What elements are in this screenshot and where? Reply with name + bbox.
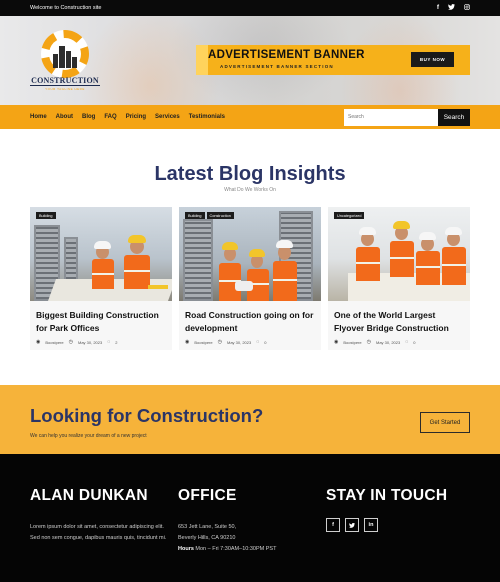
category-tag[interactable]: Construction [206, 212, 234, 219]
footer-office: OFFICE 653 Jett Lane, Suite 50, Beverly … [178, 487, 318, 555]
comment-count[interactable]: 0 [264, 340, 266, 345]
site-logo[interactable]: CONSTRUCTION YOUR TAGLINE HERE [30, 30, 100, 100]
ad-banner-subtitle: ADVERTISEMENT BANNER SECTION [220, 64, 334, 69]
main-navigation: Home About Blog FAQ Pricing Services Tes… [0, 105, 500, 129]
cta-title: Looking for Construction? [30, 405, 264, 426]
buy-now-button[interactable]: BUY NOW [411, 52, 454, 67]
author-name[interactable]: Boostpere [343, 340, 361, 345]
nav-link-pricing[interactable]: Pricing [126, 114, 146, 120]
nav-link-services[interactable]: Services [155, 114, 180, 120]
footer-about-text: Lorem ipsum dolor sit amet, consectetur … [30, 524, 167, 541]
author-name[interactable]: Boostpere [194, 340, 212, 345]
blog-section-title: Latest Blog Insights [154, 163, 346, 185]
blog-section-subtitle: What Do We Works On [224, 187, 276, 193]
welcome-text: Welcome to Construction site [30, 5, 102, 11]
blog-card-image[interactable] [179, 207, 321, 301]
post-date: May 30, 2023 [77, 339, 103, 345]
nav-link-faq[interactable]: FAQ [104, 114, 116, 120]
blog-card-meta: ◉ Boostpere ◷ May 30, 2023 ◌ 2 [36, 339, 117, 345]
office-address-line-2: Beverly Hills, CA 90210 [178, 535, 236, 541]
blog-card-meta: ◉ Boostpere ◷ May 30, 2023 ◌ 0 [334, 339, 415, 345]
blog-card-title[interactable]: Road Construction going on for developme… [185, 309, 317, 334]
advertisement-banner[interactable]: ADVERTISEMENT BANNER ADVERTISEMENT BANNE… [196, 45, 470, 75]
nav-link-blog[interactable]: Blog [82, 114, 95, 120]
city-skyline-icon [51, 44, 79, 68]
office-hours-label: Hours [178, 546, 194, 552]
clock-icon: ◷ [68, 339, 73, 345]
twitter-icon[interactable] [448, 4, 455, 12]
facebook-icon[interactable]: f [326, 518, 340, 532]
site-footer: ALAN DUNKAN Lorem ipsum dolor sit amet, … [0, 454, 500, 582]
footer-stay-title: STAY IN TOUCH [326, 487, 448, 504]
footer-social-links: f in [326, 518, 476, 532]
blog-card-title[interactable]: One of the World Largest Flyover Bridge … [334, 309, 466, 334]
blog-card-meta: ◉ Boostpere ◷ May 30, 2023 ◌ 0 [185, 339, 266, 345]
blog-card-image[interactable] [30, 207, 172, 301]
author-icon: ◉ [334, 339, 339, 345]
nav-link-home[interactable]: Home [30, 114, 47, 120]
search-form: Search [344, 108, 470, 126]
office-hours: Hours Mon – Fri 7:30AM–10:30PM PST [178, 544, 318, 555]
author-icon: ◉ [36, 339, 41, 345]
blog-card-title[interactable]: Biggest Building Construction for Park O… [36, 309, 168, 334]
post-date: May 30, 2023 [375, 339, 401, 345]
author-name[interactable]: Boostpere [45, 340, 63, 345]
category-tag[interactable]: Building [185, 212, 205, 219]
post-date: May 30, 2023 [226, 339, 252, 345]
logo-tagline: YOUR TAGLINE HERE [45, 87, 85, 91]
author-icon: ◉ [185, 339, 190, 345]
top-social-links: f [437, 4, 470, 12]
blog-card-image[interactable] [328, 207, 470, 301]
office-hours-value: Mon – Fri 7:30AM–10:30PM PST [195, 546, 277, 552]
search-button[interactable]: Search [438, 108, 470, 126]
category-tag[interactable]: Building [36, 212, 56, 219]
top-bar: Welcome to Construction site f [0, 0, 500, 16]
logo-name: CONSTRUCTION [30, 76, 100, 86]
instagram-icon[interactable] [464, 4, 470, 12]
nav-link-testimonials[interactable]: Testimonials [189, 114, 225, 120]
clock-icon: ◷ [366, 339, 371, 345]
cta-section: Looking for Construction? We can help yo… [0, 385, 500, 454]
blog-card[interactable]: Uncategorized One of the World Largest F… [328, 207, 470, 350]
footer-about: ALAN DUNKAN Lorem ipsum dolor sit amet, … [30, 487, 170, 544]
comment-icon: ◌ [107, 339, 111, 345]
comment-icon: ◌ [405, 339, 409, 345]
office-address-line-1: 653 Jett Lane, Suite 50, [178, 524, 237, 530]
nav-links: Home About Blog FAQ Pricing Services Tes… [30, 114, 344, 120]
get-started-button[interactable]: Get Started [420, 412, 470, 433]
blog-card-tags: Building Construction [185, 212, 234, 219]
blog-card-tags: Building [36, 212, 56, 219]
search-input[interactable] [344, 108, 438, 126]
facebook-icon[interactable]: f [437, 4, 439, 12]
blog-card-tags: Uncategorized [334, 212, 365, 219]
linkedin-icon[interactable]: in [364, 518, 378, 532]
footer-stay-in-touch: STAY IN TOUCH f in [326, 487, 476, 532]
cta-subtitle: We can help you realize your dream of a … [30, 433, 147, 439]
footer-office-title: OFFICE [178, 487, 237, 504]
ad-banner-title: ADVERTISEMENT BANNER [208, 49, 365, 61]
comment-count[interactable]: 2 [115, 340, 117, 345]
category-tag[interactable]: Uncategorized [334, 212, 365, 219]
office-address: 653 Jett Lane, Suite 50, Beverly Hills, … [178, 522, 318, 555]
clock-icon: ◷ [217, 339, 222, 345]
site-header: CONSTRUCTION YOUR TAGLINE HERE ADVERTISE… [0, 16, 500, 105]
nav-link-about[interactable]: About [56, 114, 73, 120]
blog-card[interactable]: Building Construction Road Construction … [179, 207, 321, 350]
blog-card[interactable]: Building Biggest Building Construction f… [30, 207, 172, 350]
comment-icon: ◌ [256, 339, 260, 345]
comment-count[interactable]: 0 [413, 340, 415, 345]
twitter-icon[interactable] [345, 518, 359, 532]
footer-about-title: ALAN DUNKAN [30, 487, 148, 504]
